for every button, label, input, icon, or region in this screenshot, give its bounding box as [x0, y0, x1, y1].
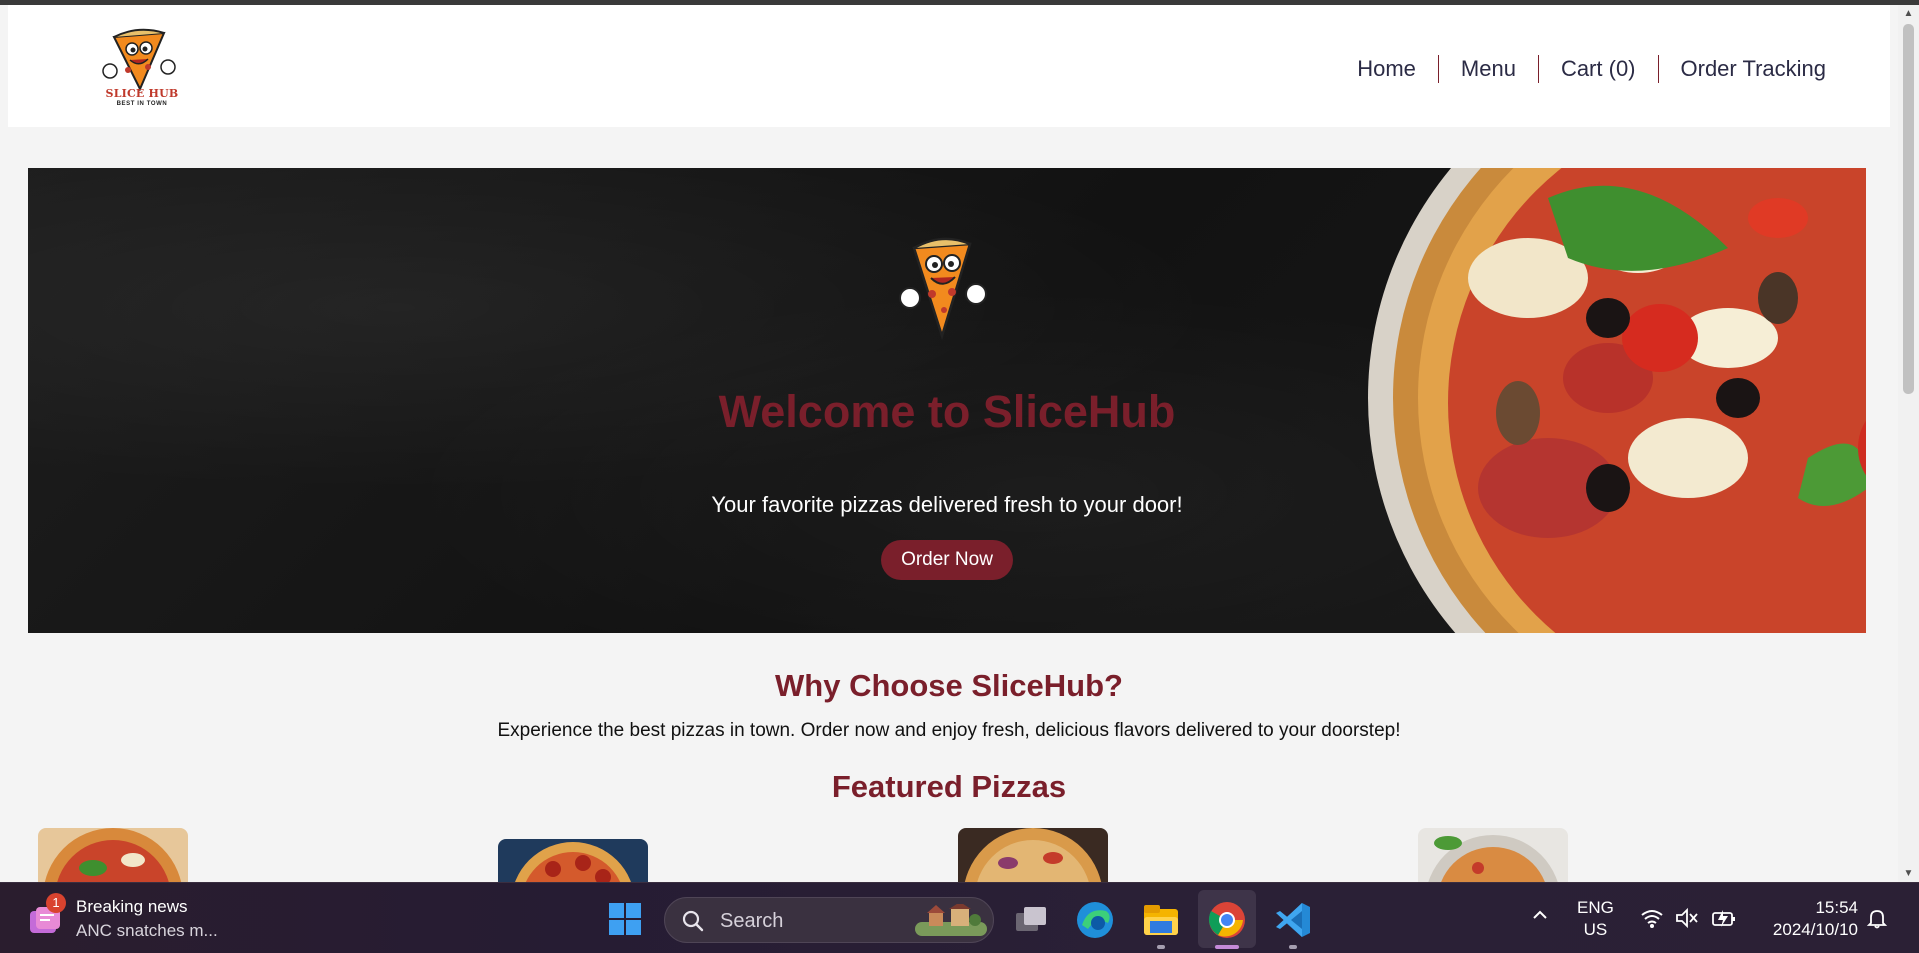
nav-menu[interactable]: Menu — [1439, 55, 1538, 83]
language-code: ENG — [1577, 898, 1614, 917]
nav-order-tracking[interactable]: Order Tracking — [1659, 55, 1849, 83]
site-header: SLICE HUB BEST IN TOWN Home Menu Cart (0… — [8, 5, 1890, 127]
windows-taskbar: 1 Breaking news ANC snatches m... Search — [0, 882, 1919, 953]
file-explorer-running-indicator — [1157, 945, 1165, 949]
taskbar-search-box[interactable]: Search — [664, 897, 994, 943]
news-headline-title: Breaking news — [76, 897, 188, 916]
scroll-down-arrow-icon[interactable]: ▼ — [1898, 865, 1919, 882]
region-code: US — [1583, 920, 1608, 939]
task-view-icon[interactable] — [1010, 899, 1052, 941]
nav-cart[interactable]: Cart (0) — [1539, 55, 1658, 83]
vertical-scrollbar[interactable]: ▲ ▼ — [1898, 5, 1919, 882]
windows-start-icon[interactable] — [608, 902, 642, 936]
news-notification-badge: 1 — [46, 893, 66, 913]
news-headline-text: ANC snatches m... — [76, 921, 218, 940]
scroll-thumb[interactable] — [1903, 24, 1914, 394]
pizza-image — [958, 828, 1108, 882]
pizza-image — [1418, 828, 1568, 882]
edge-browser-icon[interactable] — [1074, 899, 1116, 941]
battery-charging-icon[interactable] — [1712, 907, 1736, 929]
browser-viewport: SLICE HUB BEST IN TOWN Home Menu Cart (0… — [0, 5, 1898, 882]
main-nav: Home Menu Cart (0) Order Tracking — [1335, 55, 1848, 83]
speaker-muted-icon[interactable] — [1675, 907, 1699, 929]
search-icon — [682, 910, 704, 932]
why-choose-title: Why Choose SliceHub? — [775, 668, 1123, 703]
file-explorer-icon[interactable] — [1140, 899, 1182, 941]
notification-bell-icon[interactable] — [1866, 907, 1888, 929]
wifi-icon[interactable] — [1640, 907, 1664, 929]
hero-banner: Welcome to SliceHub Your favorite pizzas… — [28, 168, 1866, 633]
chrome-active-indicator — [1215, 945, 1239, 949]
vscode-icon[interactable] — [1272, 899, 1314, 941]
hero-title: Welcome to SliceHub — [718, 386, 1176, 437]
language-indicator[interactable]: ENG US — [1577, 897, 1614, 941]
clock-time: 15:54 — [1815, 898, 1858, 917]
vscode-running-indicator — [1289, 945, 1297, 949]
scroll-up-arrow-icon[interactable]: ▲ — [1898, 5, 1919, 22]
why-choose-text: Experience the best pizzas in town. Orde… — [497, 720, 1401, 741]
search-label: Search — [720, 910, 784, 932]
mascot-icon — [899, 237, 987, 341]
search-highlight-illustration-icon — [915, 904, 987, 936]
clock[interactable]: 15:54 2024/10/10 — [1758, 897, 1858, 941]
featured-pizzas-title: Featured Pizzas — [831, 769, 1067, 804]
order-now-button[interactable]: Order Now — [881, 540, 1013, 580]
pizza-image — [498, 839, 648, 882]
logo-tagline: BEST IN TOWN — [116, 101, 168, 107]
featured-pizza-card-2[interactable] — [498, 839, 648, 882]
nav-home[interactable]: Home — [1335, 55, 1438, 83]
chevron-up-icon[interactable] — [1530, 905, 1550, 925]
clock-date: 2024/10/10 — [1772, 920, 1858, 939]
featured-pizza-card-1[interactable] — [38, 828, 188, 882]
hero-subtitle: Your favorite pizzas delivered fresh to … — [711, 492, 1183, 517]
logo-wordmark: SLICE HUB — [105, 87, 179, 100]
featured-pizza-card-3[interactable] — [958, 828, 1108, 882]
featured-pizza-card-4[interactable] — [1418, 828, 1568, 882]
pizza-image — [38, 828, 188, 882]
chrome-browser-icon[interactable] — [1206, 899, 1248, 941]
